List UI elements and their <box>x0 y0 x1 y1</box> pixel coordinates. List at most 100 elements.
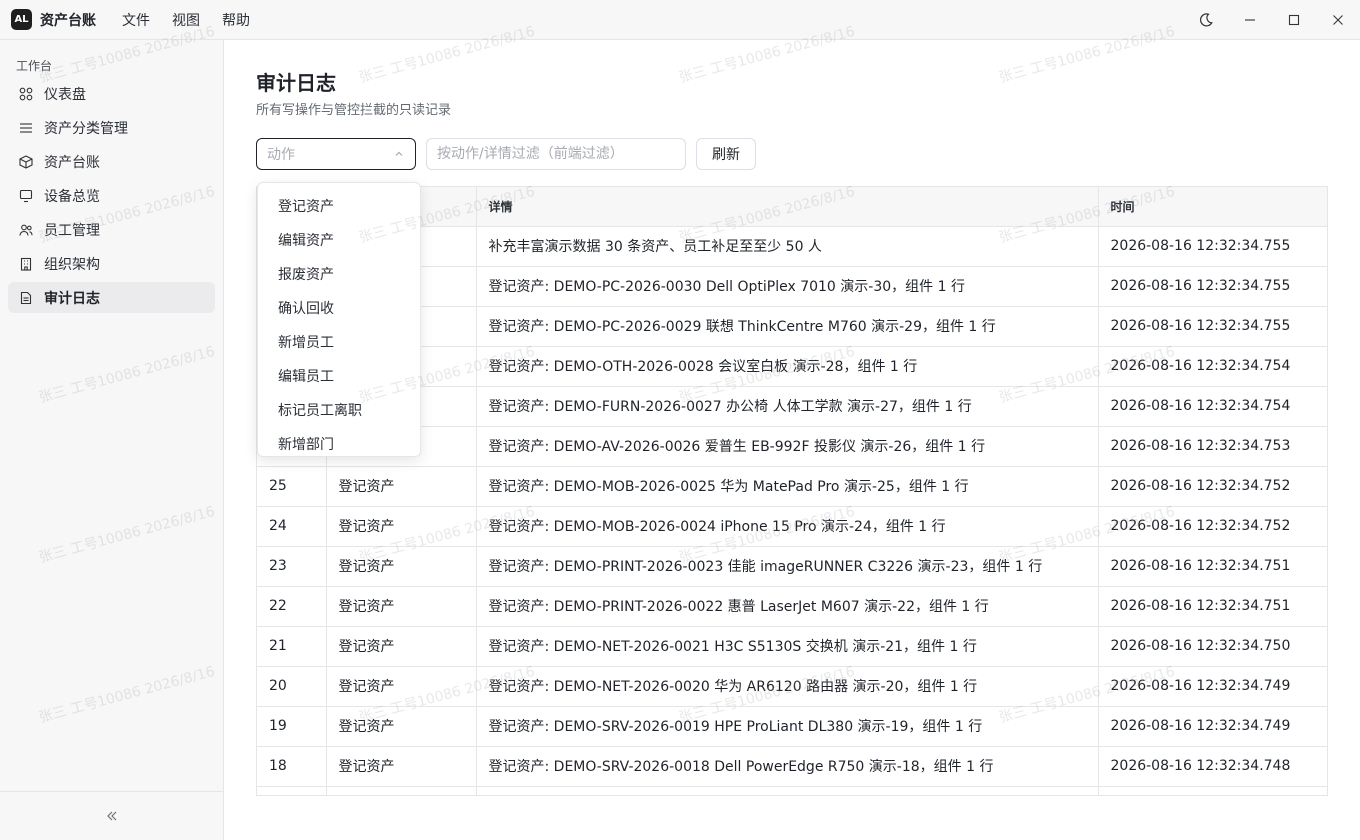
sidebar-collapse-button[interactable] <box>0 791 223 840</box>
chevrons-left-icon <box>106 811 116 821</box>
menu-bar: 文件 视图 帮助 <box>122 10 272 30</box>
menu-help[interactable]: 帮助 <box>222 10 250 30</box>
menu-file[interactable]: 文件 <box>122 10 150 30</box>
sidebar-item-audit-log[interactable]: 审计日志 <box>8 282 215 313</box>
menu-view[interactable]: 视图 <box>172 10 200 30</box>
minimize-icon <box>1245 19 1255 21</box>
cell-detail: 登记资产: DEMO-OTH-2026-0028 会议室白板 演示-28，组件 … <box>476 346 1099 387</box>
cell-action: 登记资产 <box>326 746 477 787</box>
table-row[interactable]: 25 登记资产 登记资产: DEMO-MOB-2026-0025 华为 MatePa… <box>257 466 1327 507</box>
table-row[interactable]: 18 登记资产 登记资产: DEMO-SRV-2026-0018 Dell Powe… <box>257 746 1327 787</box>
monitor-icon <box>18 188 34 204</box>
action-dropdown: 登记资产 编辑资产 报废资产 确认回收 新增员工 编辑员工 标记员工离职 新增部… <box>257 182 421 457</box>
table-row[interactable]: 20 登记资产 登记资产: DEMO-NET-2026-0020 华为 AR6120… <box>257 666 1327 707</box>
cell-action: 登记资产 <box>326 466 477 507</box>
minimize-button[interactable] <box>1228 0 1272 40</box>
cell-time: 2026-08-16 12:32:34.749 <box>1098 666 1327 707</box>
table-row[interactable]: 24 登记资产 登记资产: DEMO-MOB-2026-0024 iPhone 15… <box>257 506 1327 547</box>
cell-detail: 登记资产: DEMO-PC-2026-0029 联想 ThinkCentre M… <box>476 306 1099 347</box>
sidebar-item-asset-categories[interactable]: 资产分类管理 <box>8 112 215 143</box>
cell-action: 登记资产 <box>326 626 477 667</box>
cell-detail: 登记资产: DEMO-NET-2026-0020 华为 AR6120 路由器 演… <box>476 666 1099 707</box>
cell-detail: 登记资产: DEMO-SRV-2026-0019 HPE ProLiant DL… <box>476 706 1099 747</box>
document-icon <box>18 290 34 306</box>
table-row[interactable] <box>257 786 1327 795</box>
dropdown-option[interactable]: 编辑资产 <box>258 223 420 257</box>
column-header-time[interactable]: 时间 <box>1098 187 1327 227</box>
cell-id: 23 <box>257 546 327 587</box>
dropdown-option[interactable]: 确认回收 <box>258 291 420 325</box>
cell-detail: 登记资产: DEMO-SRV-2026-0018 Dell PowerEdge … <box>476 746 1099 787</box>
cell-detail: 登记资产: DEMO-PRINT-2026-0023 佳能 imageRUNNE… <box>476 546 1099 587</box>
refresh-button[interactable]: 刷新 <box>696 138 756 170</box>
cell-detail: 登记资产: DEMO-MOB-2026-0025 华为 MatePad Pro … <box>476 466 1099 507</box>
cell-id: 22 <box>257 586 327 627</box>
dropdown-option[interactable]: 标记员工离职 <box>258 393 420 427</box>
action-select[interactable]: 动作 <box>256 138 416 170</box>
cell-time: 2026-08-16 12:32:34.752 <box>1098 466 1327 507</box>
cell-action: 登记资产 <box>326 506 477 547</box>
table-row[interactable]: 23 登记资产 登记资产: DEMO-PRINT-2026-0023 佳能 imag… <box>257 546 1327 587</box>
cell-action: 登记资产 <box>326 666 477 707</box>
cell-time: 2026-08-16 12:32:34.752 <box>1098 506 1327 547</box>
moon-icon <box>1199 13 1213 27</box>
cell-time: 2026-08-16 12:32:34.754 <box>1098 346 1327 387</box>
sidebar-item-label: 员工管理 <box>44 222 100 239</box>
cell-id: 24 <box>257 506 327 547</box>
cell-time: 2026-08-16 12:32:34.749 <box>1098 706 1327 747</box>
cell-time: 2026-08-16 12:32:34.750 <box>1098 626 1327 667</box>
cell-time: 2026-08-16 12:32:34.753 <box>1098 426 1327 467</box>
sidebar-item-dashboard[interactable]: 仪表盘 <box>8 78 215 109</box>
sidebar-item-organization[interactable]: 组织架构 <box>8 248 215 279</box>
sidebar-item-label: 审计日志 <box>44 290 100 307</box>
dropdown-option[interactable]: 报废资产 <box>258 257 420 291</box>
cell-time: 2026-08-16 12:32:34.748 <box>1098 746 1327 787</box>
cell-id: 18 <box>257 746 327 787</box>
sidebar-item-device-overview[interactable]: 设备总览 <box>8 180 215 211</box>
sidebar-item-employees[interactable]: 员工管理 <box>8 214 215 245</box>
toolbar: 动作 刷新 <box>256 138 756 170</box>
cell-time: 2026-08-16 12:32:34.755 <box>1098 266 1327 307</box>
column-header-detail[interactable]: 详情 <box>476 187 1099 227</box>
filter-input[interactable] <box>426 138 686 170</box>
dropdown-option[interactable]: 新增员工 <box>258 325 420 359</box>
cell-id <box>257 786 327 795</box>
sidebar-item-asset-ledger[interactable]: 资产台账 <box>8 146 215 177</box>
cell-detail <box>476 786 1099 795</box>
sidebar-item-label: 组织架构 <box>44 256 100 273</box>
page-subtitle: 所有写操作与管控拦截的只读记录 <box>256 103 452 118</box>
close-icon <box>1333 15 1343 25</box>
cell-action: 登记资产 <box>326 706 477 747</box>
cell-detail: 登记资产: DEMO-FURN-2026-0027 办公椅 人体工学款 演示-2… <box>476 386 1099 427</box>
close-button[interactable] <box>1316 0 1360 40</box>
maximize-icon <box>1288 14 1300 26</box>
dropdown-option[interactable]: 登记资产 <box>258 189 420 223</box>
cell-detail: 登记资产: DEMO-MOB-2026-0024 iPhone 15 Pro 演… <box>476 506 1099 547</box>
cell-time: 2026-08-16 12:32:34.755 <box>1098 226 1327 267</box>
sidebar-item-label: 资产分类管理 <box>44 120 128 137</box>
cell-action: 登记资产 <box>326 546 477 587</box>
sidebar: 工作台 仪表盘 资产分类管理 资产台账 设备总览 员工管理 组织架构 审计日志 <box>0 40 224 840</box>
cell-detail: 登记资产: DEMO-AV-2026-0026 爱普生 EB-992F 投影仪 … <box>476 426 1099 467</box>
cell-id: 25 <box>257 466 327 507</box>
cell-time: 2026-08-16 12:32:34.755 <box>1098 306 1327 347</box>
cell-detail: 补充丰富演示数据 30 条资产、员工补足至至少 50 人 <box>476 226 1099 267</box>
cell-time <box>1098 786 1327 795</box>
cell-time: 2026-08-16 12:32:34.751 <box>1098 546 1327 587</box>
table-row[interactable]: 19 登记资产 登记资产: DEMO-SRV-2026-0019 HPE ProLi… <box>257 706 1327 747</box>
dropdown-option[interactable]: 编辑员工 <box>258 359 420 393</box>
cell-action <box>326 786 477 795</box>
cell-detail: 登记资产: DEMO-NET-2026-0021 H3C S5130S 交换机 … <box>476 626 1099 667</box>
dropdown-option[interactable]: 新增部门 <box>258 427 420 456</box>
cell-id: 21 <box>257 626 327 667</box>
theme-toggle-button[interactable] <box>1184 0 1228 40</box>
table-row[interactable]: 22 登记资产 登记资产: DEMO-PRINT-2026-0022 惠普 Lase… <box>257 586 1327 627</box>
cell-action: 登记资产 <box>326 586 477 627</box>
cell-id: 20 <box>257 666 327 707</box>
table-row[interactable]: 21 登记资产 登记资产: DEMO-NET-2026-0021 H3C S5130… <box>257 626 1327 667</box>
maximize-button[interactable] <box>1272 0 1316 40</box>
sidebar-item-label: 仪表盘 <box>44 86 86 103</box>
sidebar-item-label: 资产台账 <box>44 154 100 171</box>
window-controls <box>1184 0 1360 40</box>
action-select-placeholder: 动作 <box>267 147 295 163</box>
